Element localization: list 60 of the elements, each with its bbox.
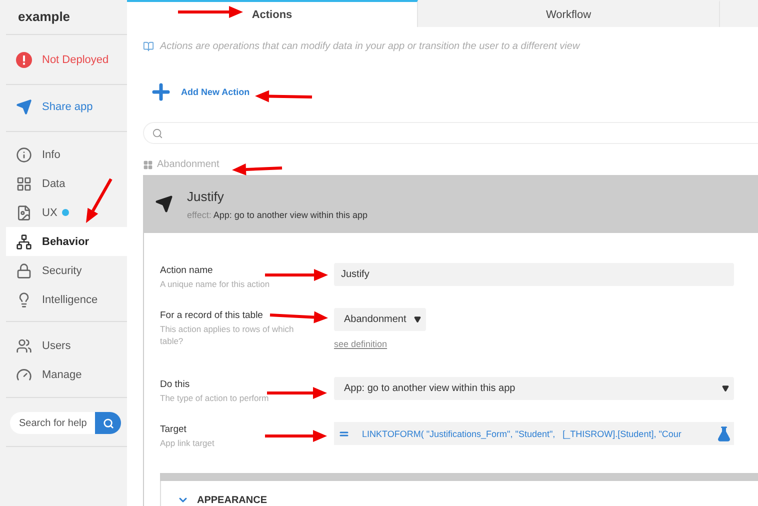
see-definition-link[interactable]: see definition xyxy=(334,339,388,349)
book-icon xyxy=(143,41,154,52)
caret-icon xyxy=(722,385,729,392)
search-button[interactable] xyxy=(95,412,121,434)
sidebar-item[interactable]: Security xyxy=(6,256,127,285)
field-hint: The type of action to perform xyxy=(160,392,269,404)
group-label: Abandonment xyxy=(157,159,220,170)
tab[interactable]: Actions xyxy=(127,0,418,27)
sidebar-item[interactable]: Intelligence xyxy=(6,285,127,314)
notification-dot xyxy=(62,209,70,216)
section-header[interactable]: APPEARANCE xyxy=(197,494,268,506)
share-app-link[interactable]: Share app xyxy=(42,100,93,112)
grid-icon xyxy=(16,176,32,192)
field-label: Action name xyxy=(160,265,213,276)
image-file-icon xyxy=(16,204,32,220)
action-title: Justify xyxy=(187,188,225,204)
deploy-status[interactable]: Not Deployed xyxy=(42,54,109,66)
description-text: Actions are operations that can modify data in your app or transition the user to a different view xyxy=(160,41,580,52)
annotation-arrow xyxy=(86,178,112,223)
search-icon xyxy=(152,128,163,138)
info-icon xyxy=(16,146,32,162)
text-field[interactable]: Justify xyxy=(334,263,734,286)
gauge-icon xyxy=(16,366,32,382)
people-icon xyxy=(16,338,32,354)
field-label: Do this xyxy=(160,379,190,390)
annotation-arrow xyxy=(178,6,243,18)
field-hint: App link target xyxy=(160,437,214,449)
sidebar-item[interactable]: Info xyxy=(6,140,127,169)
lock-icon xyxy=(16,262,32,278)
annotation-arrow xyxy=(265,430,327,442)
help-search-field[interactable]: Search for help xyxy=(10,412,95,434)
paper-plane-icon xyxy=(155,195,173,213)
caret-icon xyxy=(414,316,422,323)
alert-icon xyxy=(16,52,32,68)
annotation-arrow xyxy=(232,163,282,176)
annotation-arrow xyxy=(265,269,328,281)
sidebar-item[interactable]: Behavior xyxy=(6,227,127,256)
sidebar-item[interactable]: Manage xyxy=(6,360,127,389)
flask-icon[interactable] xyxy=(716,426,732,442)
field-hint: This action applies to rows of which table? xyxy=(160,323,295,347)
annotation-arrow xyxy=(267,387,327,399)
annotation-arrow xyxy=(255,90,312,102)
annotation-arrow xyxy=(270,311,328,324)
field-hint: A unique name for this action xyxy=(160,278,270,290)
paper-plane-icon xyxy=(16,98,32,114)
expression-field[interactable]: LINKTOFORM( "Justifications_Form", "Student", [_THISROW].[Student], "Cour xyxy=(334,422,734,445)
sidebar-item[interactable]: Data xyxy=(6,169,127,198)
dropdown[interactable]: App: go to another view within this app xyxy=(334,377,734,400)
field-label: Target xyxy=(160,424,186,435)
sidebar-item[interactable]: UX xyxy=(6,198,127,227)
dropdown[interactable]: Abandonment xyxy=(334,308,426,331)
hierarchy-icon xyxy=(16,234,32,250)
field-label: For a record of this table xyxy=(160,310,263,321)
add-action-button[interactable]: Add New Action xyxy=(143,80,250,104)
grid-icon xyxy=(143,160,153,170)
search-icon xyxy=(102,418,114,428)
action-effect: effect: App: go to another view within this app xyxy=(187,210,368,220)
search-field[interactable] xyxy=(143,122,758,144)
sidebar-item[interactable]: Users xyxy=(6,331,127,360)
action-header[interactable]: Justify effect: App: go to another view within this app xyxy=(143,175,758,233)
